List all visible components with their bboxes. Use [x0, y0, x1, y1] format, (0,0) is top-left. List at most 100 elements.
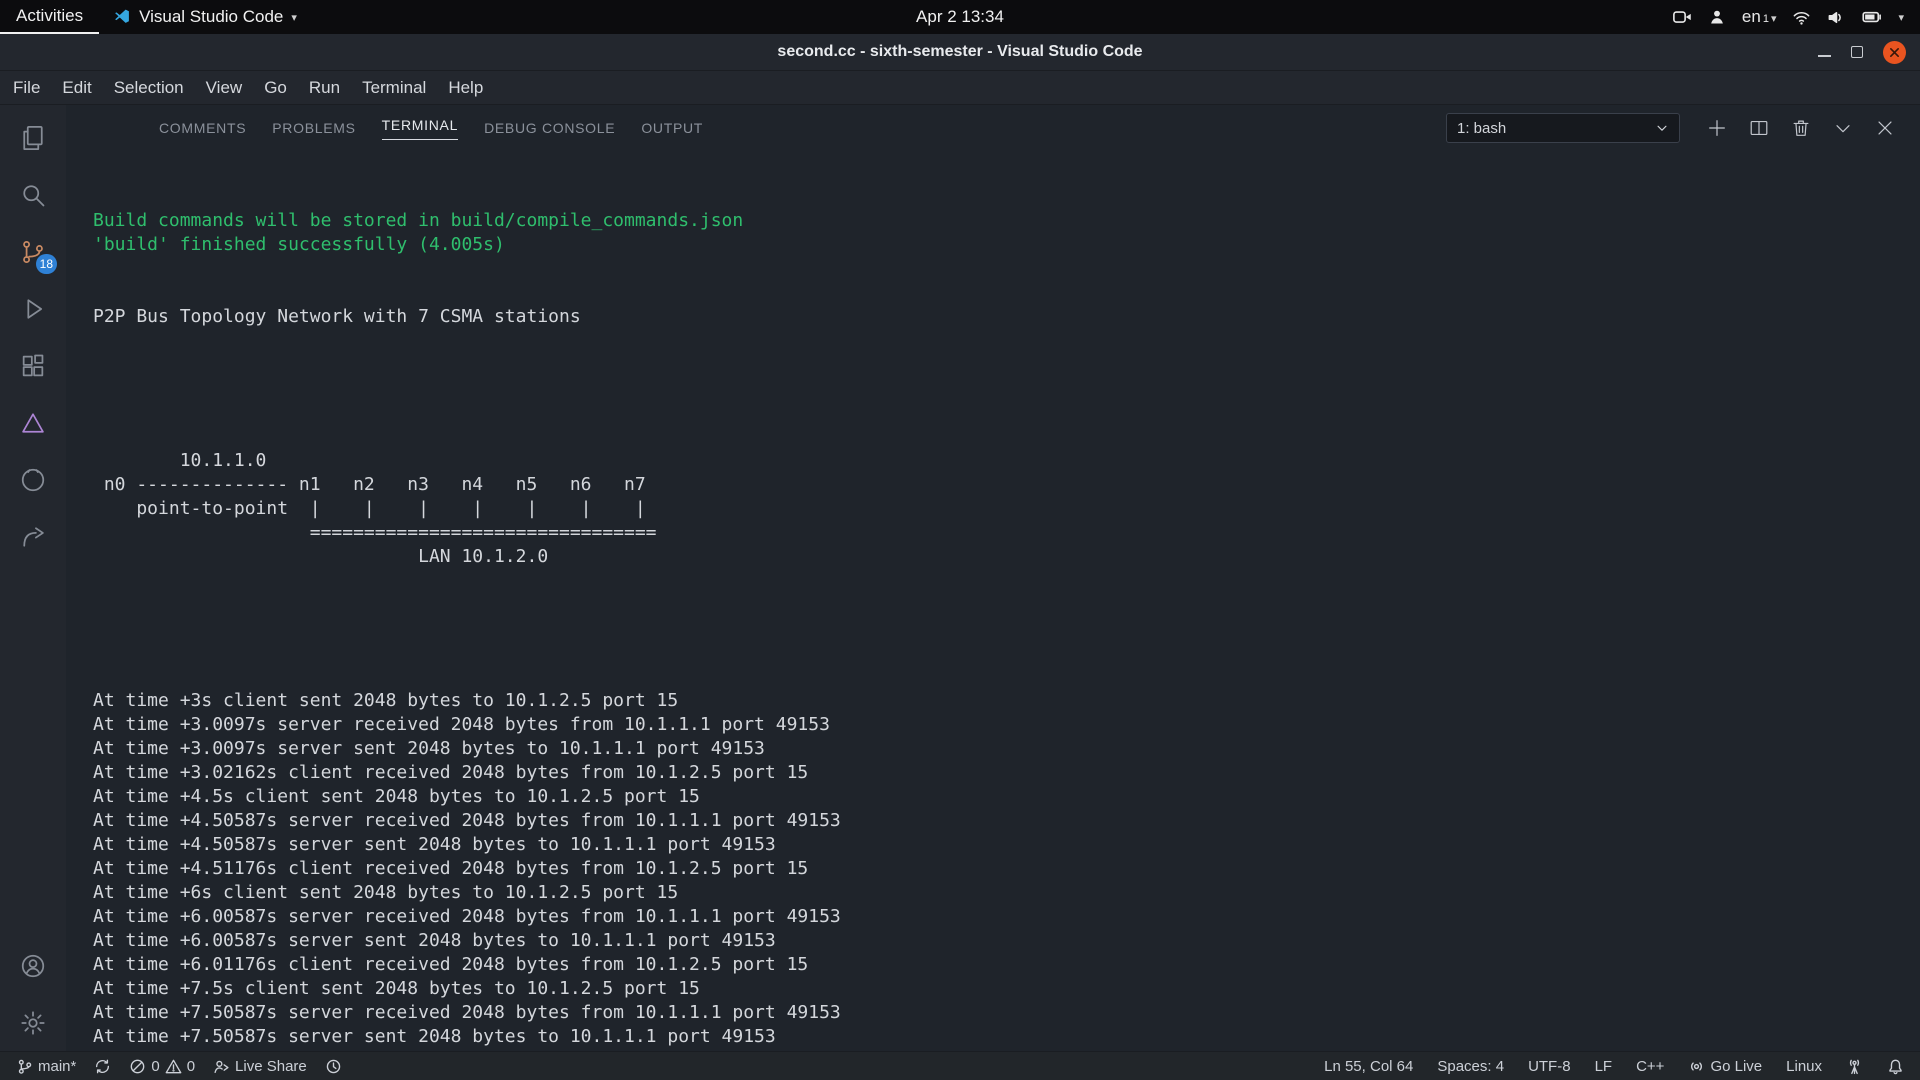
run-debug-icon[interactable] [0, 280, 66, 337]
gnome-top-bar: Activities Visual Studio Code ▾ Apr 2 13… [0, 0, 1920, 34]
menu-view[interactable]: View [195, 71, 254, 104]
blank-line [93, 377, 1920, 401]
activity-bar: 18 [0, 105, 66, 1051]
broadcast-icon [1688, 1058, 1705, 1075]
terminal-diagram-line: 10.1.1.0 [93, 449, 1920, 473]
eol-indicator[interactable]: LF [1595, 1058, 1613, 1075]
language-mode-indicator[interactable]: C++ [1636, 1058, 1664, 1075]
terminal-log-line: At time +3s client sent 2048 bytes to 10… [93, 689, 1920, 713]
maximize-button[interactable] [1851, 46, 1863, 58]
terminal-log-line: At time +6.00587s server sent 2048 bytes… [93, 929, 1920, 953]
volume-icon[interactable] [1827, 8, 1846, 27]
terminal-log-line: At time +7.50587s server received 2048 b… [93, 1001, 1920, 1025]
menu-run[interactable]: Run [298, 71, 351, 104]
terminal-log-line: At time +4.51176s client received 2048 b… [93, 857, 1920, 881]
tower-broadcast-button[interactable] [1846, 1058, 1863, 1075]
warning-count: 0 [187, 1058, 195, 1075]
terminal-diagram-line: LAN 10.1.2.0 [93, 545, 1920, 569]
sync-icon [94, 1058, 111, 1075]
minimize-button[interactable] [1818, 55, 1831, 57]
notifications-button[interactable] [1887, 1058, 1904, 1075]
battery-icon[interactable] [1862, 7, 1882, 27]
terminal-build-line: Build commands will be stored in build/c… [93, 209, 1920, 233]
accounts-icon[interactable] [0, 937, 66, 994]
close-panel-button[interactable] [1874, 117, 1896, 139]
cmake-icon[interactable] [0, 394, 66, 451]
user-status-icon[interactable] [1708, 8, 1726, 26]
terminal-output[interactable]: Build commands will be stored in build/c… [66, 151, 1920, 1051]
terminal-log-line: At time +7.5s client sent 2048 bytes to … [93, 977, 1920, 1001]
tab-output[interactable]: OUTPUT [628, 105, 716, 151]
git-branch-icon [16, 1058, 33, 1075]
app-menu[interactable]: Visual Studio Code ▾ [99, 0, 311, 34]
close-button[interactable] [1883, 41, 1906, 64]
menu-terminal[interactable]: Terminal [351, 71, 437, 104]
live-share-icon[interactable] [0, 508, 66, 565]
os-indicator[interactable]: Linux [1786, 1058, 1822, 1075]
tab-debug-console[interactable]: DEBUG CONSOLE [471, 105, 628, 151]
error-icon [129, 1058, 146, 1075]
terminal-diagram-line: ================================ [93, 521, 1920, 545]
sync-changes-button[interactable] [94, 1058, 111, 1075]
cursor-position-indicator[interactable]: Ln 55, Col 64 [1324, 1058, 1413, 1075]
chevron-down-icon[interactable]: ▾ [1898, 11, 1904, 24]
terminal-build-line: 'build' finished successfully (4.005s) [93, 233, 1920, 257]
kill-terminal-button[interactable] [1790, 117, 1812, 139]
search-icon[interactable] [0, 166, 66, 223]
live-share-button[interactable]: Live Share [213, 1058, 307, 1075]
tab-problems[interactable]: PROBLEMS [259, 105, 368, 151]
panel-header: COMMENTS PROBLEMS TERMINAL DEBUG CONSOLE… [66, 105, 1920, 151]
terminal-select[interactable]: 1: bash [1446, 113, 1680, 143]
encoding-indicator[interactable]: UTF-8 [1528, 1058, 1571, 1075]
terminal-intro-line: P2P Bus Topology Network with 7 CSMA sta… [93, 305, 1920, 329]
vscode-logo-icon [113, 8, 131, 26]
terminal-log-line: At time +3.0097s server received 2048 by… [93, 713, 1920, 737]
input-method-sub: 1 [1763, 13, 1769, 25]
gnome-clock[interactable]: Apr 2 13:34 [916, 7, 1004, 27]
tab-terminal[interactable]: TERMINAL [369, 105, 471, 151]
git-branch-indicator[interactable]: main* [16, 1058, 76, 1075]
indentation-indicator[interactable]: Spaces: 4 [1437, 1058, 1504, 1075]
menu-selection[interactable]: Selection [103, 71, 195, 104]
chevron-down-icon: ▾ [291, 11, 297, 24]
live-share-status-icon [213, 1058, 230, 1075]
new-terminal-button[interactable] [1706, 117, 1728, 139]
menu-help[interactable]: Help [437, 71, 494, 104]
terminal-log-line: At time +4.50587s server received 2048 b… [93, 809, 1920, 833]
history-icon [325, 1058, 342, 1075]
extensions-icon[interactable] [0, 337, 66, 394]
split-terminal-button[interactable] [1748, 117, 1770, 139]
terminal-select-value: 1: bash [1457, 120, 1506, 137]
explorer-icon[interactable] [0, 109, 66, 166]
terminal-diagram-line: n0 -------------- n1 n2 n3 n4 n5 n6 n7 [93, 473, 1920, 497]
statusbar: main* 0 0 Live Share Ln 55, Col 64 Space… [0, 1051, 1920, 1080]
network-icon[interactable] [1792, 8, 1811, 27]
settings-gear-icon[interactable] [0, 994, 66, 1051]
statusbar-right: Ln 55, Col 64 Spaces: 4 UTF-8 LF C++ Go … [1324, 1058, 1904, 1075]
input-method-indicator[interactable]: en1 ▾ [1742, 7, 1777, 27]
window-controls [1818, 34, 1906, 70]
main-area: 18 [0, 105, 1920, 1051]
activities-button[interactable]: Activities [0, 0, 99, 34]
vscode-titlebar: second.cc - sixth-semester - Visual Stud… [0, 34, 1920, 71]
tab-comments[interactable]: COMMENTS [146, 105, 259, 151]
statusbar-left: main* 0 0 Live Share [16, 1058, 342, 1075]
source-control-icon[interactable]: 18 [0, 223, 66, 280]
maximize-panel-button[interactable] [1832, 117, 1854, 139]
terminal-build-lines: Build commands will be stored in build/c… [93, 209, 1920, 257]
screencast-icon[interactable] [1672, 7, 1692, 27]
timeline-button[interactable] [325, 1058, 342, 1075]
input-method-label: en [1742, 7, 1761, 27]
error-count: 0 [151, 1058, 159, 1075]
chevron-down-icon: ▾ [1771, 12, 1777, 25]
github-icon[interactable] [0, 451, 66, 508]
problems-indicator[interactable]: 0 0 [129, 1058, 195, 1075]
menu-edit[interactable]: Edit [51, 71, 102, 104]
blank-line [93, 617, 1920, 641]
go-live-button[interactable]: Go Live [1688, 1058, 1762, 1075]
menu-go[interactable]: Go [253, 71, 298, 104]
terminal-log-line: At time +7.50587s server sent 2048 bytes… [93, 1025, 1920, 1049]
chevron-down-icon [1655, 121, 1669, 135]
terminal-log-line: At time +4.50587s server sent 2048 bytes… [93, 833, 1920, 857]
menu-file[interactable]: File [2, 71, 51, 104]
